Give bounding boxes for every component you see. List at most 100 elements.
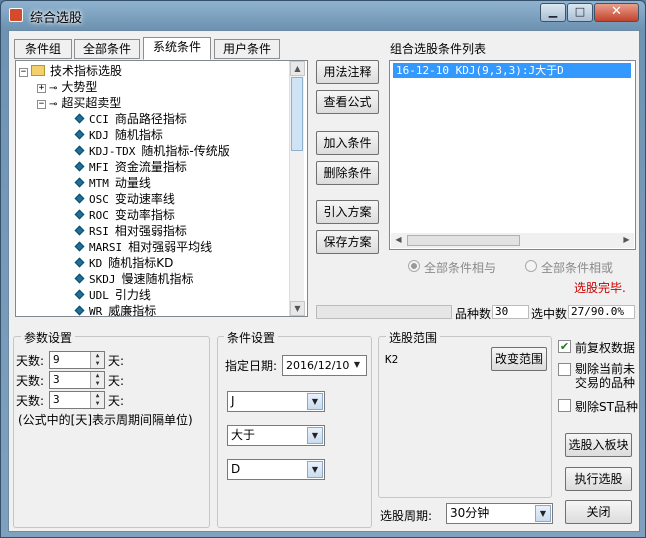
usage-note-button[interactable]: 用法注释 xyxy=(316,60,379,84)
exclude-st-checkbox[interactable] xyxy=(558,399,571,412)
tree-item[interactable]: OSC 变动速率线 xyxy=(74,191,175,207)
range-value: K2 xyxy=(385,353,399,366)
spin-up-icon[interactable]: ▲ xyxy=(90,372,104,380)
indicator-icon xyxy=(74,257,85,268)
tab-condition-group[interactable]: 条件组 xyxy=(14,39,72,59)
tree-group-label: 超买超卖型 xyxy=(61,96,122,110)
period-select[interactable]: 30分钟 ▼ xyxy=(446,503,553,524)
rights-checkbox[interactable]: ✔ xyxy=(558,340,571,353)
tree-item[interactable]: MARSI 相对强弱平均线 xyxy=(74,239,212,255)
tree-node-root[interactable]: − 技术指标选股 xyxy=(19,63,122,79)
operator-select[interactable]: 大于 ▼ xyxy=(227,425,325,446)
add-condition-button[interactable]: 加入条件 xyxy=(316,131,379,155)
params-note: (公式中的[天]表示周期间隔单位) xyxy=(18,413,193,427)
indicator-name: 相对强弱指标 xyxy=(114,224,187,238)
exclude-st-label: 剔除ST品种 xyxy=(575,400,638,414)
count-value: 30 xyxy=(492,305,529,319)
expand-icon[interactable]: + xyxy=(37,84,46,93)
close-button[interactable]: 关闭 xyxy=(565,500,632,524)
param-unit: 天: xyxy=(108,374,125,388)
remove-condition-button[interactable]: 删除条件 xyxy=(316,161,379,185)
indicator-name: 随机指标-传统版 xyxy=(141,144,230,158)
spin-down-icon[interactable]: ▼ xyxy=(90,360,104,368)
line-select[interactable]: J ▼ xyxy=(227,391,325,412)
add-to-block-button[interactable]: 选股入板块 xyxy=(565,433,632,457)
selected-value: 27/90.0% xyxy=(568,305,635,319)
tab-all-conditions[interactable]: 全部条件 xyxy=(74,39,140,59)
tree-item[interactable]: MTM 动量线 xyxy=(74,175,151,191)
param-label: 天数: xyxy=(16,354,45,368)
count-label: 品种数 xyxy=(455,307,492,321)
or-radio[interactable] xyxy=(525,260,537,272)
date-picker[interactable]: 2016/12/10 ▼ xyxy=(282,355,367,376)
indicator-code: SKDJ xyxy=(89,273,116,286)
tree-item[interactable]: WR 威廉指标 xyxy=(74,303,156,316)
tree-item[interactable]: SKDJ 慢速随机指标 xyxy=(74,271,194,287)
spin-up-icon[interactable]: ▲ xyxy=(90,352,104,360)
tree-node-trend[interactable]: + ⊸ 大势型 xyxy=(37,79,97,95)
view-formula-button[interactable]: 查看公式 xyxy=(316,90,379,114)
date-label: 指定日期: xyxy=(225,359,278,373)
condition-list-label: 组合选股条件列表 xyxy=(390,42,487,56)
param-label: 天数: xyxy=(16,374,45,388)
indicator-icon xyxy=(74,129,85,140)
app-icon xyxy=(9,8,23,22)
tree-item[interactable]: UDL 引力线 xyxy=(74,287,151,303)
tree-item[interactable]: KD 随机指标KD xyxy=(74,255,173,271)
scroll-down-icon[interactable]: ▼ xyxy=(290,301,305,316)
tab-user-conditions[interactable]: 用户条件 xyxy=(214,39,280,59)
tree-item[interactable]: ROC 变动率指标 xyxy=(74,207,175,223)
collapse-icon[interactable]: − xyxy=(37,100,46,109)
scroll-right-icon[interactable]: ▶ xyxy=(619,233,634,248)
title-bar[interactable]: 综合选股 ▁ □ ✕ xyxy=(1,1,645,29)
spin-down-icon[interactable]: ▼ xyxy=(90,400,104,408)
minimize-icon[interactable]: ▁ xyxy=(540,3,566,22)
and-radio[interactable] xyxy=(408,260,420,272)
operator-value: 大于 xyxy=(231,428,256,442)
exclude-new-checkbox[interactable] xyxy=(558,363,571,376)
condition-list-item[interactable]: 16-12-10 KDJ(9,3,3):J大于D xyxy=(393,63,631,78)
indicator-code: KDJ-TDX xyxy=(89,145,136,158)
save-plan-button[interactable]: 保存方案 xyxy=(316,230,379,254)
condition-tree[interactable]: − 技术指标选股 + ⊸ 大势型 − ⊸ 超买超卖型 CCI 商品路径指标 KDJ 随机指标 KD… xyxy=(15,60,308,317)
target-select[interactable]: D ▼ xyxy=(227,459,325,480)
dropdown-icon[interactable]: ▼ xyxy=(349,357,365,374)
tree-node-overbought[interactable]: − ⊸ 超买超卖型 xyxy=(37,95,121,111)
indicator-name: 商品路径指标 xyxy=(114,112,187,126)
param-stepper[interactable]: 3 ▲ ▼ xyxy=(49,371,105,389)
list-hscrollbar[interactable]: ◀ ▶ xyxy=(391,233,634,248)
scroll-up-icon[interactable]: ▲ xyxy=(290,61,305,76)
param-stepper[interactable]: 9 ▲ ▼ xyxy=(49,351,105,369)
line-value: J xyxy=(231,394,235,408)
execute-button[interactable]: 执行选股 xyxy=(565,467,632,491)
tab-system-conditions[interactable]: 系统条件 xyxy=(143,37,211,60)
indicator-icon xyxy=(74,177,85,188)
change-range-button[interactable]: 改变范围 xyxy=(491,347,547,371)
spin-down-icon[interactable]: ▼ xyxy=(90,380,104,388)
scroll-thumb[interactable] xyxy=(291,77,303,151)
chevron-down-icon[interactable]: ▼ xyxy=(535,505,551,522)
maximize-icon[interactable]: □ xyxy=(567,3,593,22)
tree-item[interactable]: KDJ 随机指标 xyxy=(74,127,163,143)
params-group-label: 参数设置 xyxy=(21,329,76,346)
indicator-icon xyxy=(74,209,85,220)
spin-up-icon[interactable]: ▲ xyxy=(90,392,104,400)
tree-item[interactable]: RSI 相对强弱指标 xyxy=(74,223,187,239)
indicator-code: UDL xyxy=(89,289,109,302)
tree-item[interactable]: KDJ-TDX 随机指标-传统版 xyxy=(74,143,230,159)
chevron-down-icon[interactable]: ▼ xyxy=(307,427,323,444)
scroll-left-icon[interactable]: ◀ xyxy=(391,233,406,248)
tree-item[interactable]: CCI 商品路径指标 xyxy=(74,111,187,127)
scroll-thumb[interactable] xyxy=(407,235,520,246)
param-stepper[interactable]: 3 ▲ ▼ xyxy=(49,391,105,409)
tree-item[interactable]: MFI 资金流量指标 xyxy=(74,159,187,175)
indicator-icon xyxy=(74,113,85,124)
collapse-icon[interactable]: − xyxy=(19,68,28,77)
import-plan-button[interactable]: 引入方案 xyxy=(316,200,379,224)
condition-list[interactable]: 16-12-10 KDJ(9,3,3):J大于D ◀ ▶ xyxy=(389,60,636,250)
chevron-down-icon[interactable]: ▼ xyxy=(307,393,323,410)
indicator-code: KD xyxy=(89,257,103,270)
tree-scrollbar[interactable]: ▲ ▼ xyxy=(289,61,305,316)
close-icon[interactable]: ✕ xyxy=(594,3,639,22)
chevron-down-icon[interactable]: ▼ xyxy=(307,461,323,478)
